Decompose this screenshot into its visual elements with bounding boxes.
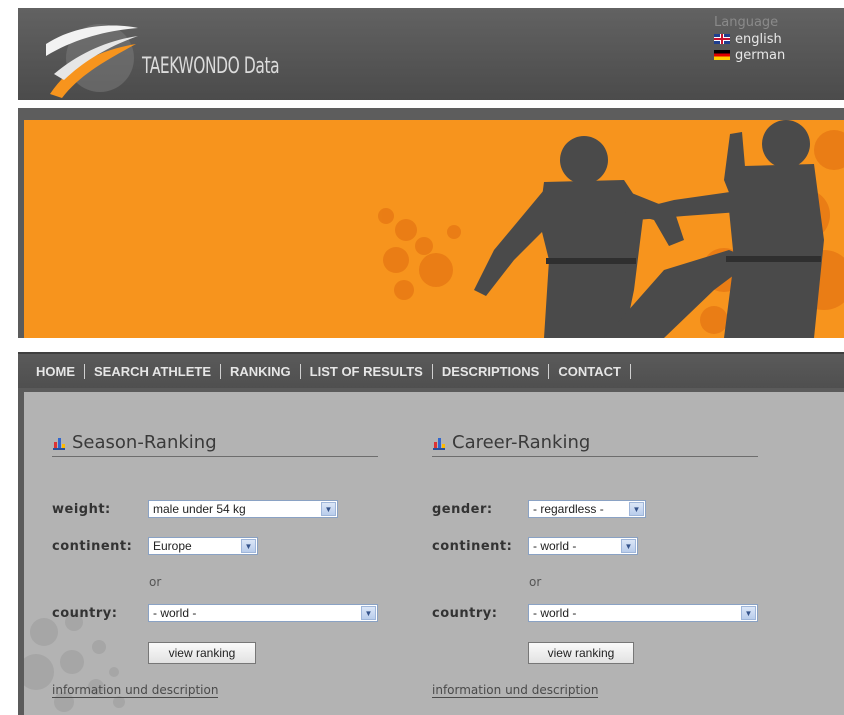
season-ranking-title: Season-Ranking <box>52 432 378 457</box>
nav-home[interactable]: HOME <box>28 363 85 379</box>
gender-select-value: - regardless - <box>533 502 604 516</box>
header-divider <box>18 100 844 108</box>
language-title: Language <box>714 15 779 30</box>
language-selector: Language english german <box>714 15 814 63</box>
country-label: country: <box>432 605 498 621</box>
season-continent-value: Europe <box>153 539 192 553</box>
season-country-row: country: - world - ▼ <box>52 604 378 622</box>
taekwondo-fighters-image <box>378 120 844 338</box>
logo-text: TAEKWONDO Data <box>142 54 280 79</box>
chevron-down-icon: ▼ <box>629 502 644 516</box>
career-info-link[interactable]: information und description <box>432 683 599 698</box>
season-country-value: - world - <box>153 606 197 620</box>
career-continent-select[interactable]: - world - ▼ <box>528 537 638 555</box>
page: TAEKWONDO Data Language english german H… <box>18 8 844 715</box>
career-country-row: country: - world - ▼ <box>432 604 758 622</box>
uk-flag-icon <box>714 34 730 44</box>
language-english-label: english <box>735 31 782 47</box>
weight-label: weight: <box>52 501 111 517</box>
site-logo[interactable]: TAEKWONDO Data <box>40 14 280 98</box>
chevron-down-icon: ▼ <box>621 539 636 553</box>
season-ranking-panel: Season-Ranking weight: male under 54 kg … <box>52 432 382 698</box>
nav-search-athlete[interactable]: SEARCH ATHLETE <box>85 363 221 379</box>
chevron-down-icon: ▼ <box>361 606 376 620</box>
career-view-ranking-button[interactable]: view ranking <box>528 642 634 664</box>
career-continent-value: - world - <box>533 539 577 553</box>
bar-chart-icon <box>433 437 445 450</box>
gender-label: gender: <box>432 501 493 517</box>
season-continent-row: continent: Europe ▼ <box>52 537 258 555</box>
banner-bottom-border <box>18 338 844 352</box>
chevron-down-icon: ▼ <box>741 606 756 620</box>
continent-label: continent: <box>432 538 513 554</box>
career-ranking-panel: Career-Ranking gender: - regardless - ▼ … <box>432 432 762 698</box>
weight-select-value: male under 54 kg <box>153 502 246 516</box>
nav-descriptions[interactable]: DESCRIPTIONS <box>433 363 550 379</box>
season-or-text: or <box>149 575 162 589</box>
continent-label: continent: <box>52 538 133 554</box>
career-country-value: - world - <box>533 606 577 620</box>
career-ranking-heading: Career-Ranking <box>452 432 591 453</box>
season-continent-select[interactable]: Europe ▼ <box>148 537 258 555</box>
career-gender-row: gender: - regardless - ▼ <box>432 500 646 518</box>
german-flag-icon <box>714 50 730 60</box>
site-header: TAEKWONDO Data Language english german <box>18 8 844 100</box>
main-content: Season-Ranking weight: male under 54 kg … <box>24 392 844 715</box>
career-ranking-title: Career-Ranking <box>432 432 758 457</box>
nav-list-of-results[interactable]: LIST OF RESULTS <box>301 363 433 379</box>
bar-chart-icon <box>53 437 65 450</box>
gender-select[interactable]: - regardless - ▼ <box>528 500 646 518</box>
nav-contact[interactable]: CONTACT <box>549 363 631 379</box>
season-country-select[interactable]: - world - ▼ <box>148 604 378 622</box>
chevron-down-icon: ▼ <box>321 502 336 516</box>
chevron-down-icon: ▼ <box>241 539 256 553</box>
season-view-ranking-button[interactable]: view ranking <box>148 642 256 664</box>
career-or-text: or <box>529 575 542 589</box>
country-label: country: <box>52 605 118 621</box>
career-country-select[interactable]: - world - ▼ <box>528 604 758 622</box>
career-continent-row: continent: - world - ▼ <box>432 537 638 555</box>
banner-top-strip <box>18 108 844 120</box>
language-english-link[interactable]: english <box>714 31 814 47</box>
season-weight-row: weight: male under 54 kg ▼ <box>52 500 338 518</box>
language-german-label: german <box>735 47 786 63</box>
season-ranking-heading: Season-Ranking <box>72 432 217 453</box>
weight-select[interactable]: male under 54 kg ▼ <box>148 500 338 518</box>
hero-banner <box>24 120 844 338</box>
main-nav: HOME SEARCH ATHLETE RANKING LIST OF RESU… <box>18 352 844 388</box>
language-german-link[interactable]: german <box>714 47 814 63</box>
season-info-link[interactable]: information und description <box>52 683 219 698</box>
nav-ranking[interactable]: RANKING <box>221 363 301 379</box>
